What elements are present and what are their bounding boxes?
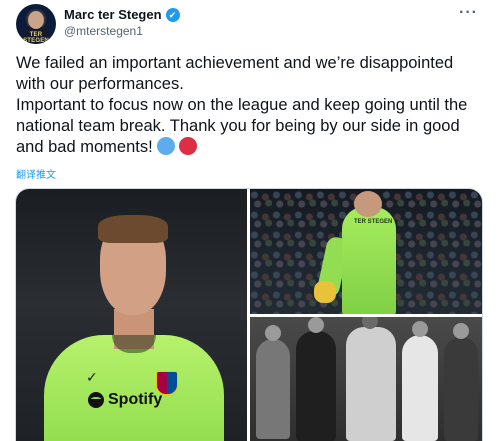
jersey-sponsor: Spotify [88,391,162,409]
sponsor-name: Spotify [108,391,163,408]
tweet-paragraph-2-wrapper: Important to focus now on the league and… [16,95,486,158]
player-figure [346,327,396,441]
keeper-back-head-shape [354,191,382,217]
tweet-paragraph-1: We failed an important achievement and w… [16,54,454,93]
player-head [453,323,469,339]
translate-tweet-link[interactable]: 翻译推文 [16,166,56,181]
tweet-body: We failed an important achievement and w… [16,53,486,158]
player-figure [402,335,438,441]
keeper-glove-shape [314,281,336,303]
player-head [308,317,324,333]
tweet-card: TER STEGEN Marc ter Stegen ✔ @mterstegen… [0,0,500,441]
blue-circle-emoji-icon [156,137,175,155]
author-display-name[interactable]: Marc ter Stegen [64,7,162,22]
player-figure [444,337,478,441]
kit-maker-logo-icon: ✓ [86,369,98,385]
author-name-row[interactable]: Marc ter Stegen ✔ [64,7,180,22]
avatar-face-shape [28,11,44,29]
photo-keeper-portrait[interactable]: ✓ Spotify [16,189,247,441]
media-grid: ✓ Spotify TER STEGEN [15,188,483,441]
tweet-paragraph-2: Important to focus now on the league and… [16,96,468,156]
player-figure [296,331,336,441]
author-avatar[interactable]: TER STEGEN [16,4,56,44]
player-head [412,321,428,337]
more-options-icon[interactable]: ··· [459,4,478,22]
photo-players-bw[interactable] [250,317,482,441]
player-figure [256,339,290,439]
player-head [265,325,281,341]
photo-keeper-back[interactable]: TER STEGEN [250,189,482,314]
author-handle[interactable]: @mterstegen1 [64,24,143,38]
red-circle-emoji-icon [178,137,197,155]
verified-badge-icon: ✔ [165,7,180,22]
keeper-hair-shape [98,215,168,243]
jersey-name-text: TER STEGEN [354,219,393,225]
spotify-logo-icon [88,392,104,408]
avatar-caption: TER STEGEN [23,32,49,44]
